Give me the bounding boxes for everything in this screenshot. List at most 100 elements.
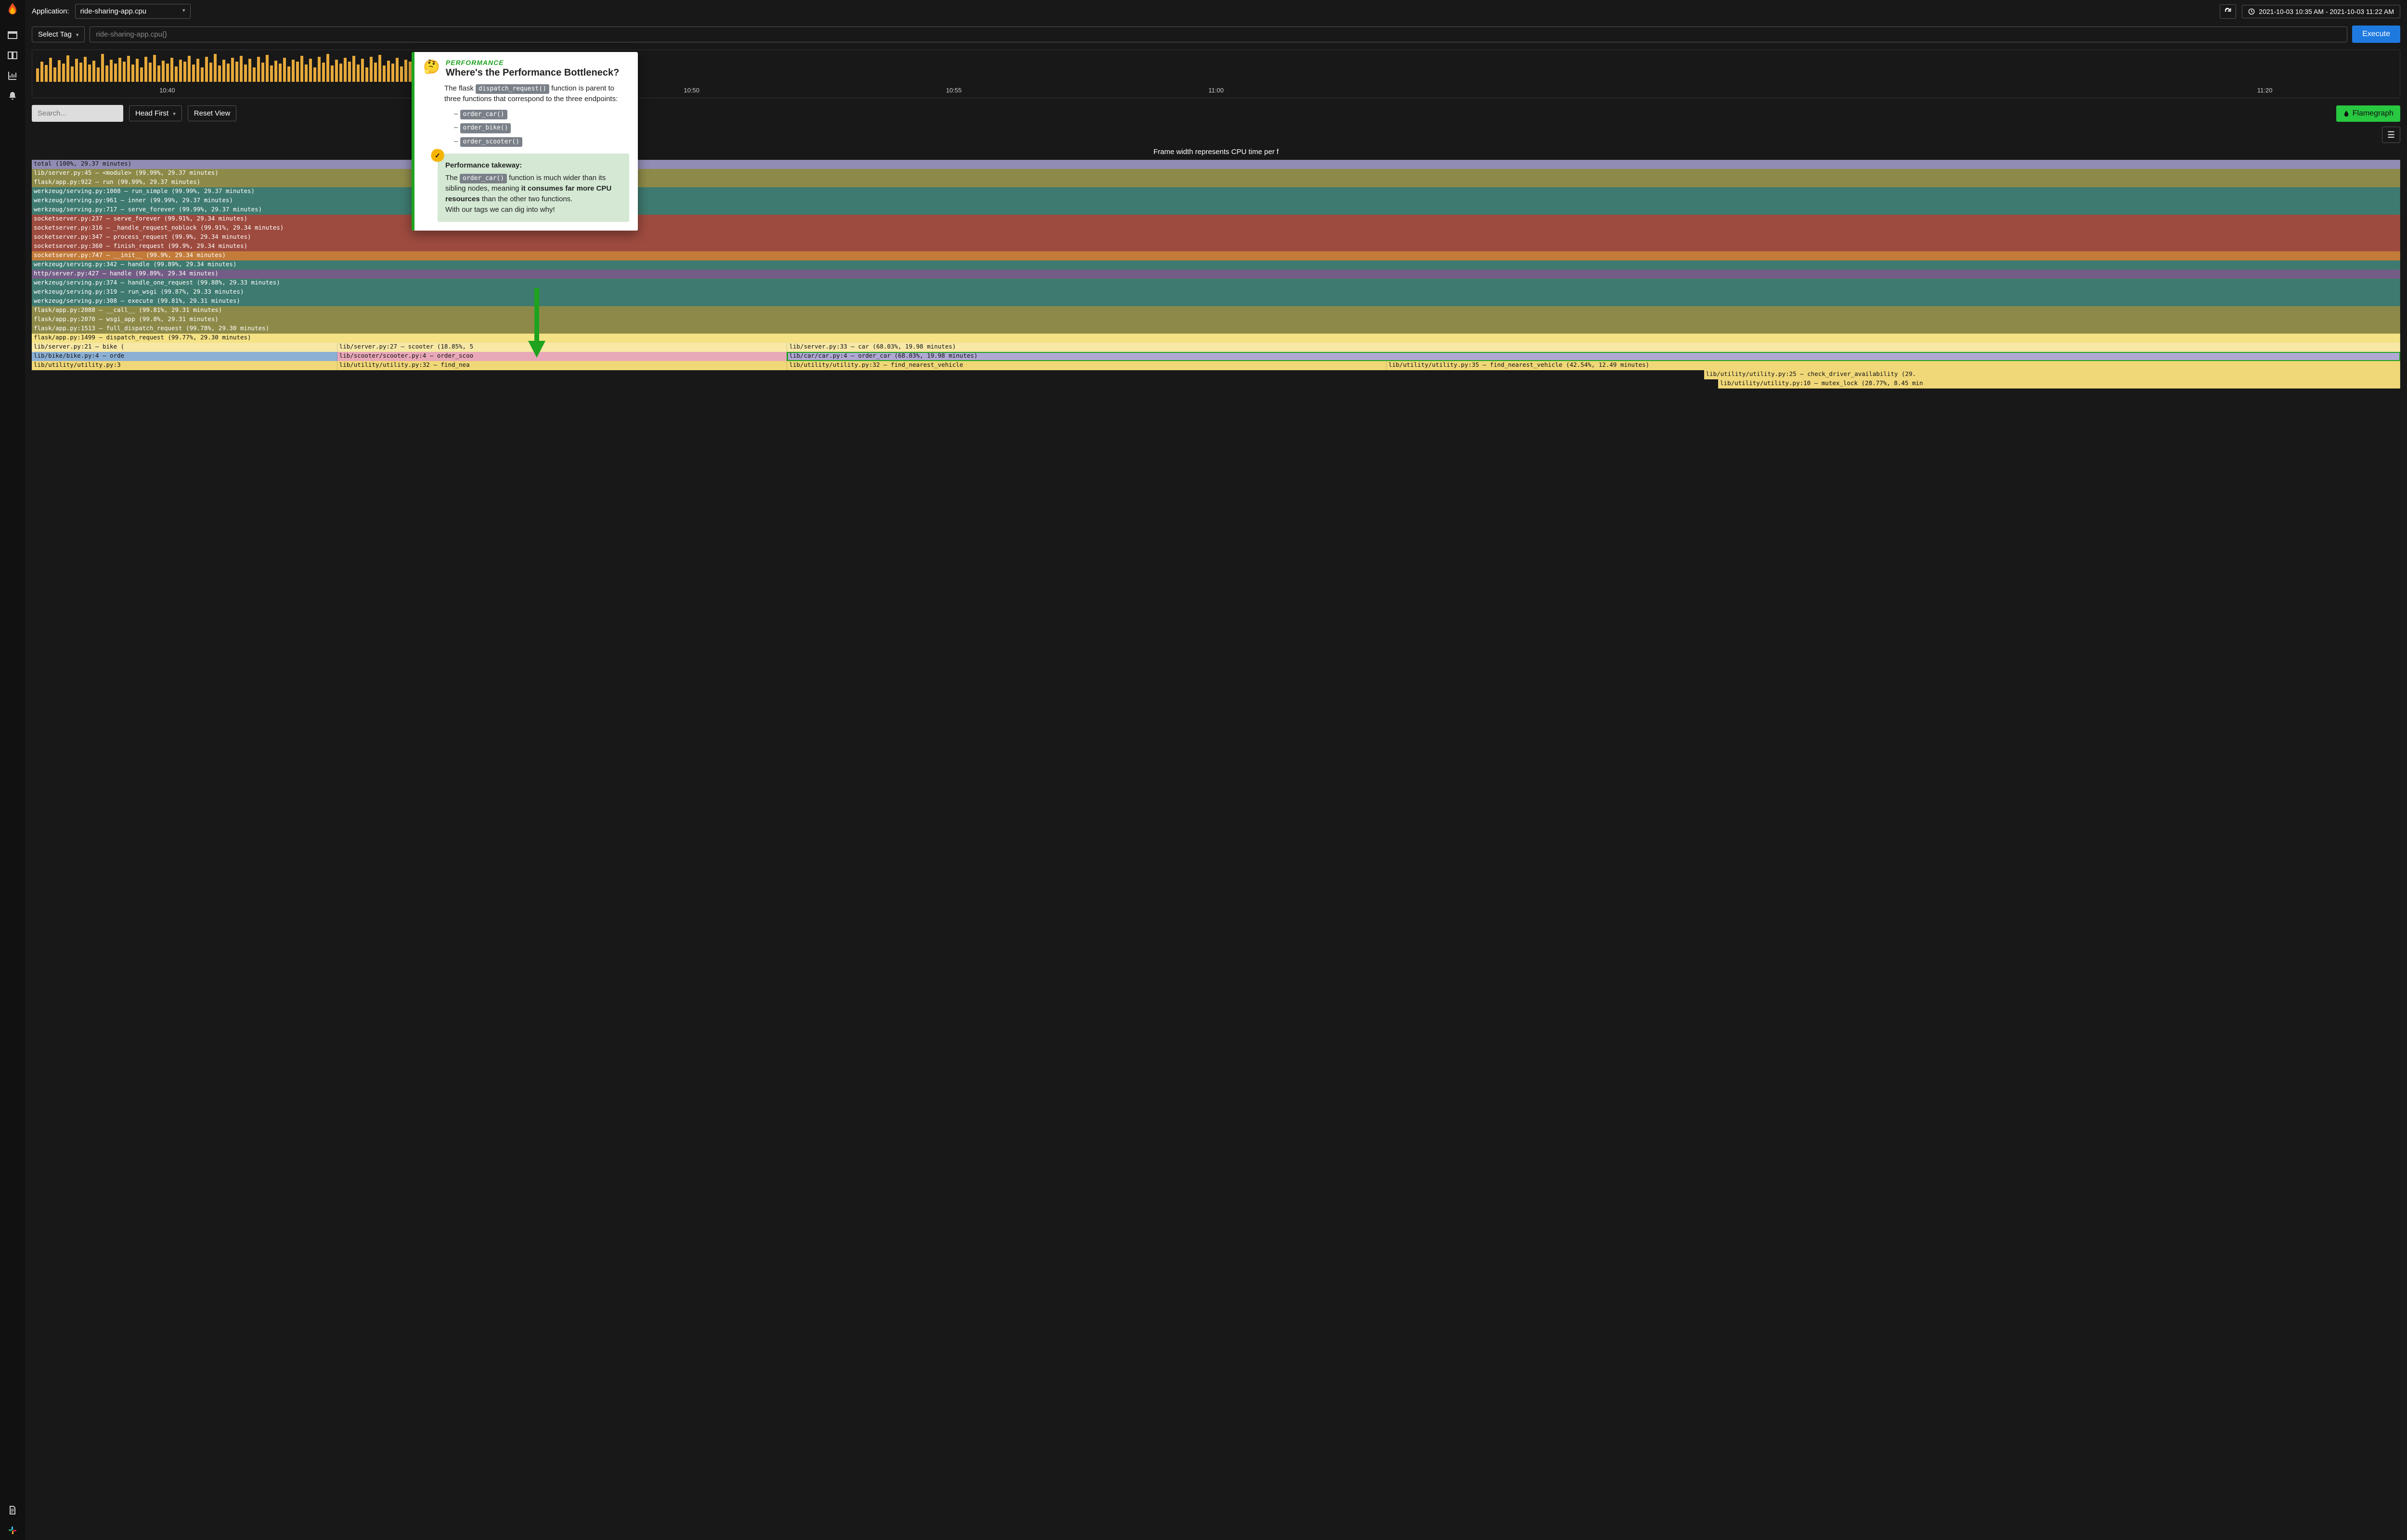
- timeline-bar[interactable]: [136, 59, 139, 82]
- timeline-bar[interactable]: [218, 65, 221, 82]
- timeline-bar[interactable]: [62, 64, 65, 82]
- flame-cell[interactable]: lib/server.py:33 – car (68.03%, 19.98 mi…: [787, 343, 2400, 352]
- timeline-bar[interactable]: [309, 59, 312, 82]
- timeline-bar[interactable]: [175, 66, 178, 82]
- flame-cell[interactable]: total (100%, 29.37 minutes): [32, 160, 2400, 169]
- timeline-bar[interactable]: [391, 64, 394, 82]
- timeline-bar[interactable]: [244, 65, 247, 82]
- timeline-bar[interactable]: [110, 60, 113, 82]
- timeline-bar[interactable]: [383, 65, 386, 82]
- timeline-bar[interactable]: [227, 64, 230, 82]
- timeline-bar[interactable]: [374, 63, 377, 82]
- timeline-bar[interactable]: [79, 63, 82, 82]
- timeline-bar[interactable]: [101, 54, 104, 82]
- timeline-bar[interactable]: [36, 68, 39, 82]
- timeline-bar[interactable]: [339, 64, 342, 82]
- timeline-bar[interactable]: [357, 65, 360, 82]
- timeline-bar[interactable]: [97, 67, 100, 82]
- timeline-bar[interactable]: [261, 63, 264, 82]
- timeline-bar[interactable]: [196, 59, 199, 82]
- flame-cell[interactable]: socketserver.py:316 – _handle_request_no…: [32, 224, 2400, 233]
- search-input[interactable]: [32, 105, 123, 122]
- timeline-bar[interactable]: [365, 67, 368, 82]
- timeline-bar[interactable]: [322, 63, 325, 82]
- timeline-bar[interactable]: [205, 57, 208, 82]
- timeline-bar[interactable]: [123, 62, 126, 82]
- flame-cell[interactable]: lib/utility/utility.py:25 – check_driver…: [1704, 370, 2400, 379]
- timeline-bar[interactable]: [40, 62, 43, 82]
- timeline-bar[interactable]: [131, 65, 134, 82]
- timeline-bar[interactable]: [313, 67, 316, 82]
- timeline-bar[interactable]: [170, 58, 173, 82]
- timeline-bar[interactable]: [222, 60, 225, 82]
- nav-slack-icon[interactable]: [8, 1526, 17, 1535]
- head-first-button[interactable]: Head First: [129, 105, 182, 121]
- flame-cell[interactable]: flask/app.py:1513 – full_dispatch_reques…: [32, 324, 2400, 334]
- timeline-bar[interactable]: [253, 67, 256, 82]
- timeline-bar[interactable]: [300, 56, 303, 82]
- timeline-bar[interactable]: [53, 67, 56, 82]
- timeline-bar[interactable]: [209, 63, 212, 82]
- timeline-bar[interactable]: [92, 61, 95, 82]
- timeline-bar[interactable]: [266, 55, 269, 82]
- flamegraph-view-button[interactable]: Flamegraph: [2336, 105, 2400, 122]
- refresh-button[interactable]: [2220, 4, 2236, 19]
- timeline-bar[interactable]: [201, 67, 204, 82]
- timeline-bar[interactable]: [378, 55, 381, 82]
- execute-button[interactable]: Execute: [2352, 26, 2400, 43]
- timeline-bar[interactable]: [214, 54, 217, 82]
- flame-cell[interactable]: http/server.py:427 – handle (99.89%, 29.…: [32, 270, 2400, 279]
- timeline-bar[interactable]: [188, 56, 191, 82]
- nav-bell-icon[interactable]: [8, 91, 17, 101]
- flame-cell[interactable]: socketserver.py:237 – serve_forever (99.…: [32, 215, 2400, 224]
- nav-doc-icon[interactable]: [8, 1505, 17, 1515]
- time-range-picker[interactable]: 2021-10-03 10:35 AM - 2021-10-03 11:22 A…: [2242, 5, 2400, 18]
- timeline-bar[interactable]: [248, 59, 251, 82]
- select-tag-button[interactable]: Select Tag: [32, 26, 85, 42]
- flame-cell[interactable]: lib/server.py:27 – scooter (18.85%, 5: [337, 343, 788, 352]
- nav-chart-icon[interactable]: [8, 71, 17, 80]
- timeline-bar[interactable]: [144, 57, 147, 82]
- flame-cell[interactable]: werkzeug/serving.py:1008 – run_simple (9…: [32, 187, 2400, 196]
- timeline-chart[interactable]: 10:4010:4510:5010:5511:0011:20: [32, 50, 2400, 98]
- timeline-bar[interactable]: [331, 65, 334, 82]
- timeline-bar[interactable]: [179, 60, 182, 82]
- flame-cell[interactable]: socketserver.py:360 – finish_request (99…: [32, 242, 2400, 251]
- flame-cell[interactable]: werkzeug/serving.py:961 – inner (99.99%,…: [32, 196, 2400, 206]
- timeline-bar[interactable]: [326, 54, 329, 82]
- timeline-bar[interactable]: [114, 64, 117, 82]
- flame-cell[interactable]: flask/app.py:1499 – dispatch_request (99…: [32, 334, 2400, 343]
- timeline-bar[interactable]: [318, 57, 321, 82]
- timeline-bar[interactable]: [361, 59, 364, 82]
- nav-single-view-icon[interactable]: [8, 30, 17, 40]
- flamegraph-menu-button[interactable]: ☰: [2382, 127, 2400, 143]
- timeline-bar[interactable]: [66, 55, 69, 82]
- flame-cell[interactable]: lib/utility/utility.py:35 – find_nearest…: [1386, 361, 2400, 370]
- flame-cell[interactable]: flask/app.py:2088 – __call__ (99.81%, 29…: [32, 306, 2400, 315]
- timeline-bar[interactable]: [157, 65, 160, 82]
- timeline-bar[interactable]: [192, 65, 195, 82]
- timeline-bar[interactable]: [404, 60, 407, 82]
- timeline-bar[interactable]: [287, 66, 290, 82]
- flame-cell[interactable]: werkzeug/serving.py:319 – run_wsgi (99.8…: [32, 288, 2400, 297]
- timeline-bar[interactable]: [149, 63, 152, 82]
- timeline-bar[interactable]: [274, 61, 277, 82]
- flame-cell[interactable]: lib/utility/utility.py:10 – mutex_lock (…: [1718, 379, 2400, 388]
- timeline-bar[interactable]: [352, 56, 355, 82]
- timeline-bar[interactable]: [166, 64, 169, 82]
- timeline-bar[interactable]: [118, 58, 121, 82]
- timeline-bar[interactable]: [370, 57, 373, 82]
- flame-cell[interactable]: lib/utility/utility.py:32 – find_nearest…: [787, 361, 1386, 370]
- flame-cell[interactable]: lib/server.py:21 – bike (: [32, 343, 337, 352]
- reset-view-button[interactable]: Reset View: [188, 105, 237, 121]
- flame-cell[interactable]: lib/scooter/scooter.py:4 – order_scoo: [337, 352, 788, 361]
- timeline-bar[interactable]: [344, 58, 347, 82]
- flame-cell[interactable]: socketserver.py:747 – __init__ (99.9%, 2…: [32, 251, 2400, 260]
- timeline-bar[interactable]: [396, 58, 399, 82]
- timeline-bar[interactable]: [71, 66, 74, 82]
- flame-cell[interactable]: werkzeug/serving.py:342 – handle (99.89%…: [32, 260, 2400, 270]
- timeline-bar[interactable]: [335, 60, 338, 82]
- flamegraph[interactable]: total (100%, 29.37 minutes) lib/server.py…: [32, 160, 2400, 388]
- timeline-bar[interactable]: [49, 58, 52, 82]
- flame-cell[interactable]: lib/utility/utility.py:32 – find_nea: [337, 361, 788, 370]
